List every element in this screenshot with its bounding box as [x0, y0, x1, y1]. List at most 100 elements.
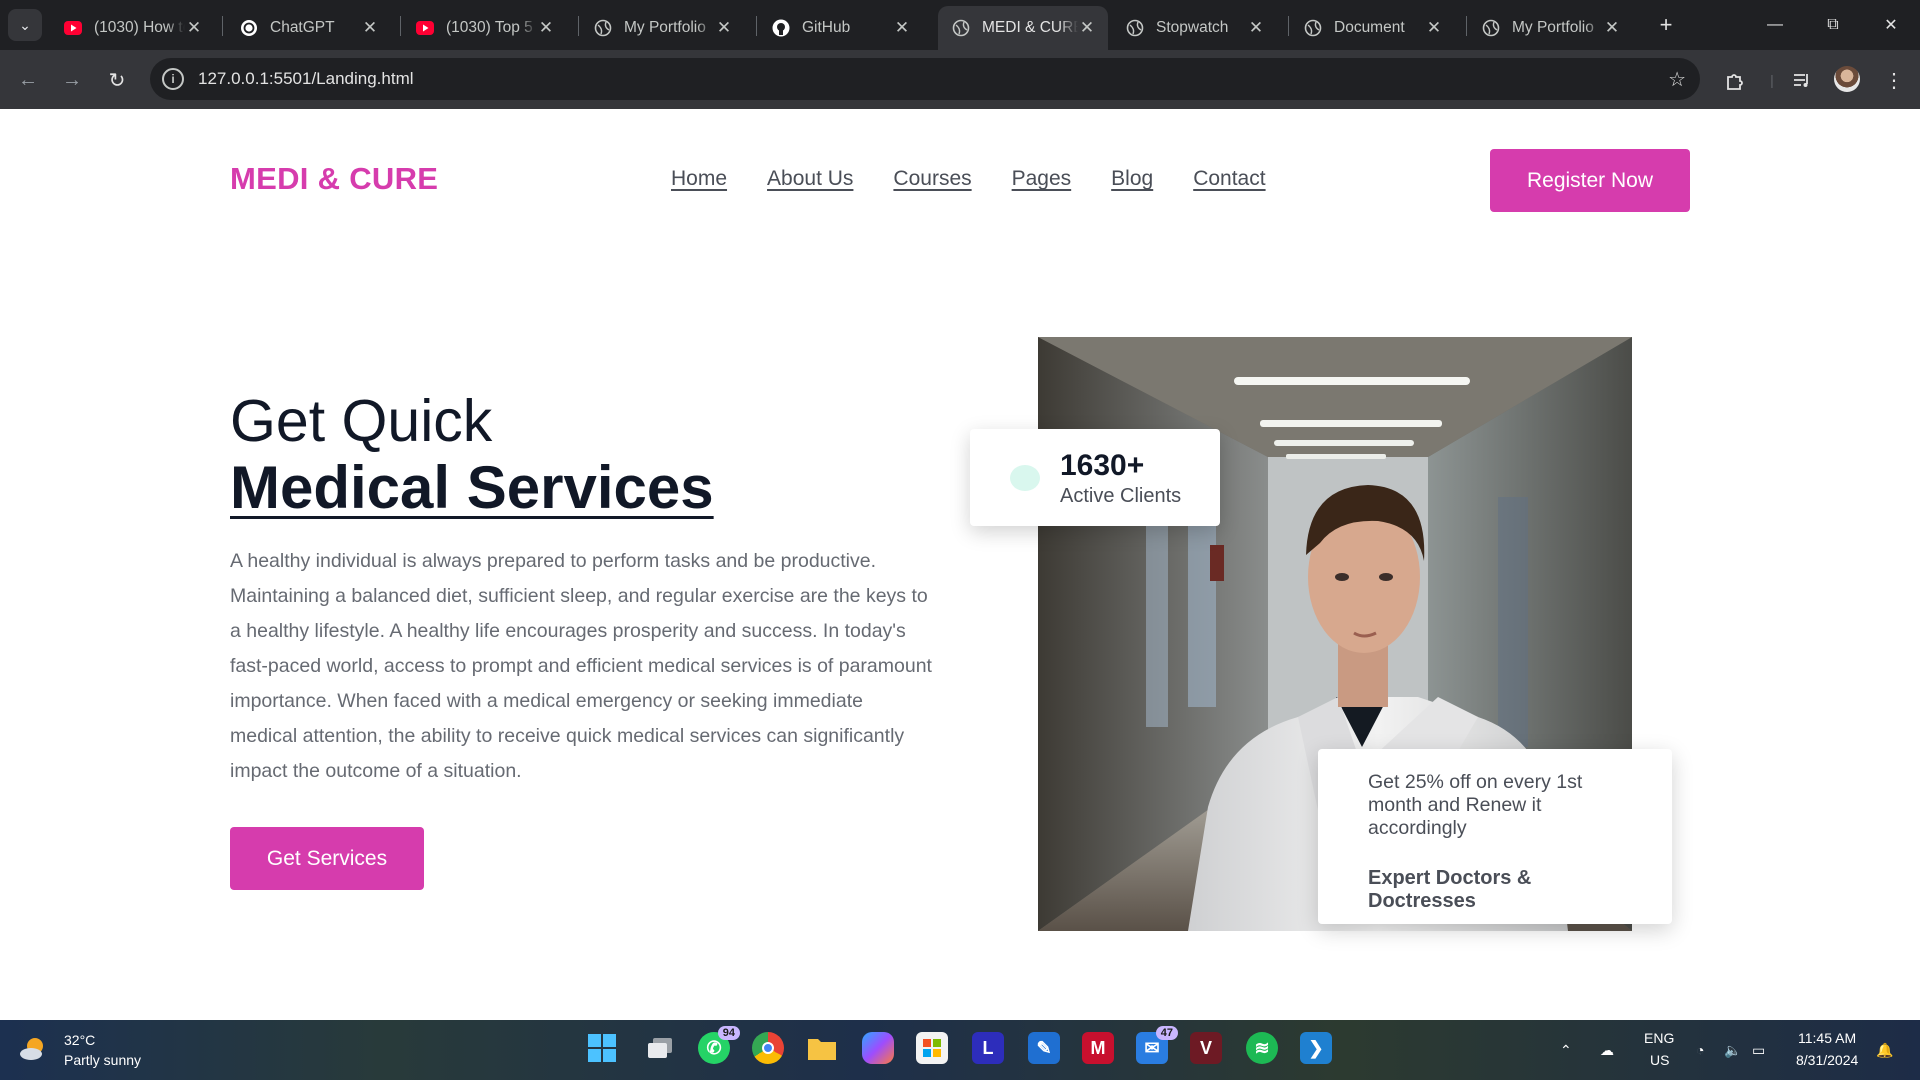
restore-button[interactable]: ⧉	[1810, 0, 1856, 50]
nav-pages[interactable]: Pages	[1012, 167, 1072, 191]
hero-heading-line2: Medical Services	[230, 454, 714, 521]
weather-description[interactable]: Partly sunny	[64, 1052, 141, 1068]
nav-contact[interactable]: Contact	[1193, 167, 1265, 191]
clock-time[interactable]: 11:45 AM	[1798, 1030, 1856, 1046]
volume-icon[interactable]: 🔈	[1724, 1020, 1741, 1080]
nav-about-us[interactable]: About Us	[767, 167, 853, 191]
close-window-button[interactable]: ✕	[1868, 0, 1914, 50]
wifi-icon[interactable]: ◔	[1696, 1020, 1704, 1080]
close-icon[interactable]: ✕	[537, 18, 555, 38]
microsoft-store-app[interactable]	[916, 1032, 948, 1064]
copilot-app[interactable]	[862, 1032, 894, 1064]
youtube-icon	[64, 19, 82, 37]
get-services-button[interactable]: Get Services	[230, 827, 424, 890]
offer-text: Get 25% off on every 1st month and Renew…	[1368, 771, 1583, 839]
back-button[interactable]: ←	[10, 62, 46, 98]
tab-stopwatch[interactable]: Stopwatch ✕	[1112, 6, 1277, 50]
toolbar-divider: |	[1770, 72, 1774, 88]
site-logo[interactable]: MEDI & CURE	[230, 161, 438, 197]
globe-icon	[1482, 19, 1500, 37]
chrome-icon	[762, 1042, 774, 1054]
tab-divider	[1288, 16, 1289, 36]
browser-tab-bar: ⌄ (1030) How to ✕ ChatGPT ✕ (1030) Top 5…	[0, 0, 1920, 50]
offer-highlight: Expert Doctors & Doctresses	[1368, 867, 1532, 912]
more-options-icon[interactable]: ⋮	[1880, 66, 1908, 94]
tab-title: Stopwatch	[1156, 19, 1229, 36]
partly-sunny-icon[interactable]	[18, 1034, 48, 1064]
close-icon[interactable]: ✕	[185, 18, 203, 38]
drawing-app[interactable]: ✎	[1028, 1032, 1060, 1064]
close-icon[interactable]: ✕	[1247, 18, 1265, 38]
nav-blog[interactable]: Blog	[1111, 167, 1153, 191]
tab-title: (1030) How to	[94, 19, 185, 36]
close-icon[interactable]: ✕	[1603, 18, 1621, 38]
tab-divider	[1466, 16, 1467, 36]
globe-icon	[594, 19, 612, 37]
register-now-button[interactable]: Register Now	[1490, 149, 1690, 212]
profile-avatar[interactable]	[1834, 66, 1860, 92]
task-view-icon	[648, 1038, 672, 1058]
youtube-icon	[416, 19, 434, 37]
tab-youtube-how-to[interactable]: (1030) How to ✕	[50, 6, 215, 50]
restore-icon: ⧉	[1827, 16, 1839, 33]
notification-bell-icon[interactable]: 🔔	[1876, 1020, 1893, 1080]
file-explorer-app[interactable]	[806, 1032, 838, 1064]
whatsapp-app[interactable]: ✆ 94	[698, 1026, 740, 1064]
launcher-app[interactable]: L	[972, 1032, 1004, 1064]
tab-youtube-top-5[interactable]: (1030) Top 5 ✕	[402, 6, 567, 50]
forward-button[interactable]: →	[54, 62, 90, 98]
extensions-icon[interactable]	[1722, 66, 1750, 94]
chrome-app[interactable]	[752, 1032, 784, 1064]
tab-document[interactable]: Document ✕	[1290, 6, 1455, 50]
minimize-button[interactable]: —	[1752, 0, 1798, 50]
tab-my-portfolio-2[interactable]: My Portfolio ✕	[1468, 6, 1633, 50]
reload-button[interactable]: ↻	[99, 62, 135, 98]
close-icon[interactable]: ✕	[361, 18, 379, 38]
tab-my-portfolio[interactable]: My Portfolio ✕	[580, 6, 745, 50]
task-view-button[interactable]	[644, 1032, 676, 1064]
nav-courses[interactable]: Courses	[893, 167, 971, 191]
address-bar[interactable]: i 127.0.0.1:5501/Landing.html ☆	[150, 58, 1700, 100]
tab-chatgpt[interactable]: ChatGPT ✕	[226, 6, 391, 50]
red-app[interactable]: V	[1190, 1032, 1222, 1064]
github-icon	[772, 19, 790, 37]
close-icon[interactable]: ✕	[893, 18, 911, 38]
spotify-app[interactable]: ≋	[1246, 1032, 1278, 1064]
info-icon[interactable]: i	[162, 68, 184, 90]
tab-title: My Portfolio	[624, 19, 706, 36]
weather-temperature[interactable]: 32°C	[64, 1032, 95, 1048]
tab-title: My Portfolio	[1512, 19, 1594, 36]
nav-home[interactable]: Home	[671, 167, 727, 191]
chatgpt-icon	[240, 19, 258, 37]
close-icon[interactable]: ✕	[1078, 18, 1096, 38]
show-hidden-icons-button[interactable]: ⌃	[1560, 1020, 1572, 1080]
globe-icon	[952, 19, 970, 37]
close-icon[interactable]: ✕	[715, 18, 733, 38]
chevron-down-icon: ⌄	[19, 16, 31, 33]
clock-date[interactable]: 8/31/2024	[1796, 1052, 1858, 1068]
vscode-icon: ❯	[1308, 1037, 1324, 1058]
media-controls-icon[interactable]	[1788, 66, 1816, 94]
new-tab-button[interactable]: +	[1652, 11, 1680, 39]
star-icon[interactable]: ☆	[1668, 67, 1686, 92]
language-region[interactable]: US	[1650, 1052, 1669, 1068]
onedrive-icon[interactable]: ☁	[1600, 1020, 1614, 1080]
tab-divider	[578, 16, 579, 36]
chevron-up-icon: ⌃	[1560, 1041, 1572, 1058]
tab-medi-cure[interactable]: MEDI & CURE ✕	[938, 6, 1108, 50]
mail-app[interactable]: ✉ 47	[1136, 1026, 1178, 1064]
close-icon[interactable]: ✕	[1425, 18, 1443, 38]
battery-icon[interactable]: ▭	[1752, 1020, 1765, 1080]
mail-badge: 47	[1155, 1026, 1178, 1040]
start-button[interactable]	[586, 1032, 618, 1064]
mcafee-app[interactable]: M	[1082, 1032, 1114, 1064]
tab-search-button[interactable]: ⌄	[8, 9, 42, 41]
red-app-icon: V	[1199, 1037, 1212, 1058]
tab-github[interactable]: GitHub ✕	[758, 6, 923, 50]
url-text[interactable]: 127.0.0.1:5501/Landing.html	[198, 69, 1668, 89]
tab-title: GitHub	[802, 19, 851, 36]
mail-icon: ✉	[1144, 1037, 1160, 1058]
status-dot-icon	[1010, 465, 1040, 491]
vscode-app[interactable]: ❯	[1300, 1032, 1332, 1064]
language-indicator[interactable]: ENG	[1644, 1030, 1674, 1046]
